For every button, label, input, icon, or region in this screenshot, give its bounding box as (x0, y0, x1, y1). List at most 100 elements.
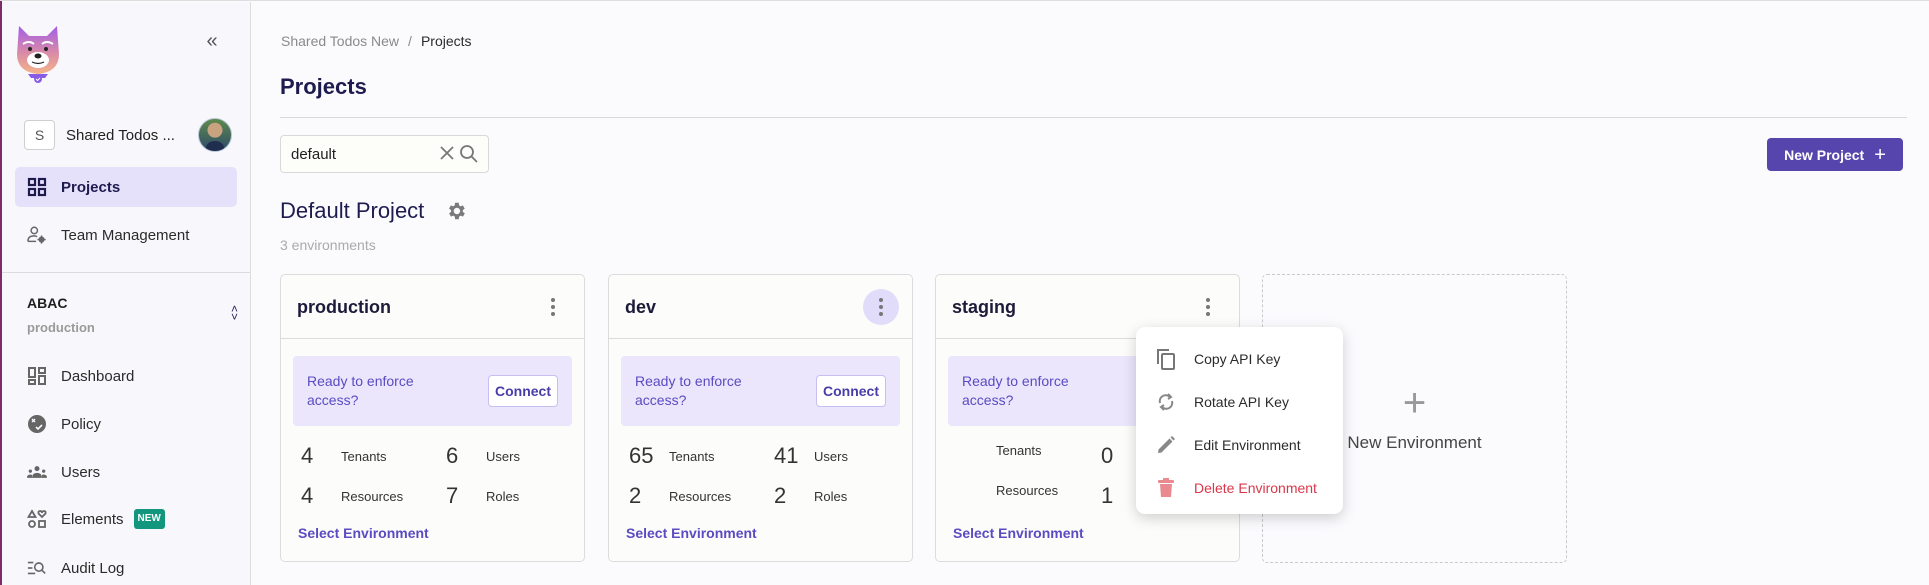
kebab-icon (1206, 305, 1210, 309)
environment-name: production (297, 297, 391, 317)
sidebar-item-team-management[interactable]: Team Management (15, 215, 237, 255)
card-header: dev (609, 275, 912, 339)
stat-value: 41 (774, 443, 799, 468)
stat-value: 2 (629, 483, 642, 508)
sidebar-item-label: Dashboard (61, 367, 135, 385)
sidebar-item-policy[interactable]: Policy (15, 404, 237, 444)
stat-label: Users (814, 448, 848, 464)
stat-label: Tenants (669, 448, 715, 464)
sidebar: « S Shared Todos ... Projects Team Manag… (2, 2, 251, 585)
sidebar-item-label: Team Management (61, 226, 190, 244)
double-chevron-left-icon: « (206, 30, 218, 52)
new-project-label: New Project (1784, 146, 1865, 163)
environment-name: staging (952, 297, 1017, 317)
sidebar-divider (2, 272, 250, 273)
stat-resources: 4 Resources (301, 483, 403, 509)
sidebar-item-audit-log[interactable]: Audit Log (15, 548, 237, 585)
stat-label: Resources (341, 488, 404, 504)
sidebar-item-label: Audit Log (61, 559, 125, 577)
user-avatar[interactable] (198, 118, 232, 152)
connect-button[interactable]: Connect (488, 375, 558, 407)
stat-label: Users (486, 448, 520, 464)
card-header: production (281, 275, 584, 339)
stat-value: 6 (446, 443, 459, 468)
grid-icon (27, 177, 47, 197)
copy-icon (1155, 348, 1177, 370)
stat-value: 1 (1101, 483, 1114, 508)
select-environment-link[interactable]: Select Environment (626, 525, 757, 541)
stat-label: Resources (669, 488, 732, 504)
clear-search-icon[interactable] (438, 144, 456, 164)
menu-item-label: Rotate API Key (1194, 393, 1289, 410)
stat-resources: 2 Resources (629, 483, 731, 509)
promo-text: Ready to enforce access? (307, 373, 414, 408)
rotate-icon (1155, 391, 1177, 413)
stat-tenants: 4 Tenants (301, 443, 387, 469)
org-switcher[interactable]: S Shared Todos ... (24, 118, 232, 152)
breadcrumb-parent[interactable]: Shared Todos New (281, 33, 399, 49)
stat-value: 4 (301, 483, 314, 508)
logo-icon[interactable] (15, 24, 61, 84)
plus-icon: + (1874, 143, 1886, 166)
stat-label: Resources (996, 483, 1059, 498)
sidebar-item-label: Elements (61, 510, 124, 528)
org-name: Shared Todos ... (66, 126, 175, 144)
sidebar-item-label: Projects (61, 178, 121, 196)
environment-switcher[interactable]: ABAC production ˄ ˅ (27, 295, 238, 345)
stat-label: Roles (486, 488, 520, 504)
stat-roles: 2 Roles (774, 483, 847, 509)
sidebar-item-projects[interactable]: Projects (15, 167, 237, 207)
pencil-icon (1155, 434, 1177, 456)
sidebar-item-elements[interactable]: Elements NEW (15, 499, 237, 539)
new-badge: NEW (133, 509, 165, 529)
environment-menu-button[interactable] (535, 289, 571, 325)
project-settings-gear-icon[interactable] (445, 200, 467, 222)
stat-tenants: Tenants (956, 443, 1042, 458)
kebab-icon (879, 305, 883, 309)
environment-menu-button[interactable] (863, 289, 899, 325)
stat-label: Roles (814, 488, 848, 504)
menu-item-copy-api-key[interactable]: Copy API Key (1136, 337, 1343, 380)
title-divider (280, 117, 1907, 118)
select-environment-link[interactable]: Select Environment (953, 525, 1084, 541)
sidebar-item-label: Users (61, 463, 101, 481)
promo-text: Ready to enforce access? (635, 373, 742, 408)
stat-value: 2 (774, 483, 787, 508)
environment-card-dev: dev Ready to enforce access? Connect 65 T… (608, 274, 913, 562)
connect-button[interactable]: Connect (816, 375, 886, 407)
sidebar-item-label: Policy (61, 415, 102, 433)
menu-item-delete-environment[interactable]: Delete Environment (1136, 466, 1343, 509)
policy-icon (27, 414, 47, 434)
sidebar-item-users[interactable]: Users (15, 452, 237, 492)
stat-value: 65 (629, 443, 654, 468)
new-project-button[interactable]: New Project + (1767, 138, 1903, 171)
sidebar-item-dashboard[interactable]: Dashboard (15, 356, 237, 396)
dashboard-icon (27, 366, 47, 386)
collapse-sidebar-button[interactable]: « (201, 30, 223, 52)
stat-label: Tenants (996, 443, 1042, 458)
search-input[interactable] (291, 145, 431, 163)
elements-icon (27, 509, 47, 529)
menu-item-rotate-api-key[interactable]: Rotate API Key (1136, 380, 1343, 423)
chevron-up-down-icon: ˄ ˅ (230, 302, 238, 324)
select-environment-link[interactable]: Select Environment (298, 525, 429, 541)
environment-menu-button[interactable] (1190, 289, 1226, 325)
stat-value: 0 (1101, 443, 1114, 468)
search-icon[interactable] (459, 144, 479, 164)
plus-icon: + (1402, 380, 1427, 425)
connect-promo: Ready to enforce access? Connect (293, 356, 572, 426)
users-icon (27, 462, 47, 482)
stat-users: 41 Users (774, 443, 848, 469)
current-environment: production (27, 320, 95, 335)
environment-context-menu: Copy API Key Rotate API Key Edit Environ… (1136, 327, 1343, 514)
environment-card-production: production Ready to enforce access? Conn… (280, 274, 585, 562)
new-environment-label: New Environment (1347, 432, 1482, 452)
stat-label: Tenants (341, 448, 387, 464)
kebab-icon (551, 305, 555, 309)
current-project: ABAC (27, 295, 68, 311)
audit-log-icon (27, 558, 47, 578)
org-initial-badge: S (24, 120, 55, 150)
stat-value: 7 (446, 483, 459, 508)
breadcrumb-separator: / (408, 33, 412, 49)
menu-item-edit-environment[interactable]: Edit Environment (1136, 423, 1343, 466)
